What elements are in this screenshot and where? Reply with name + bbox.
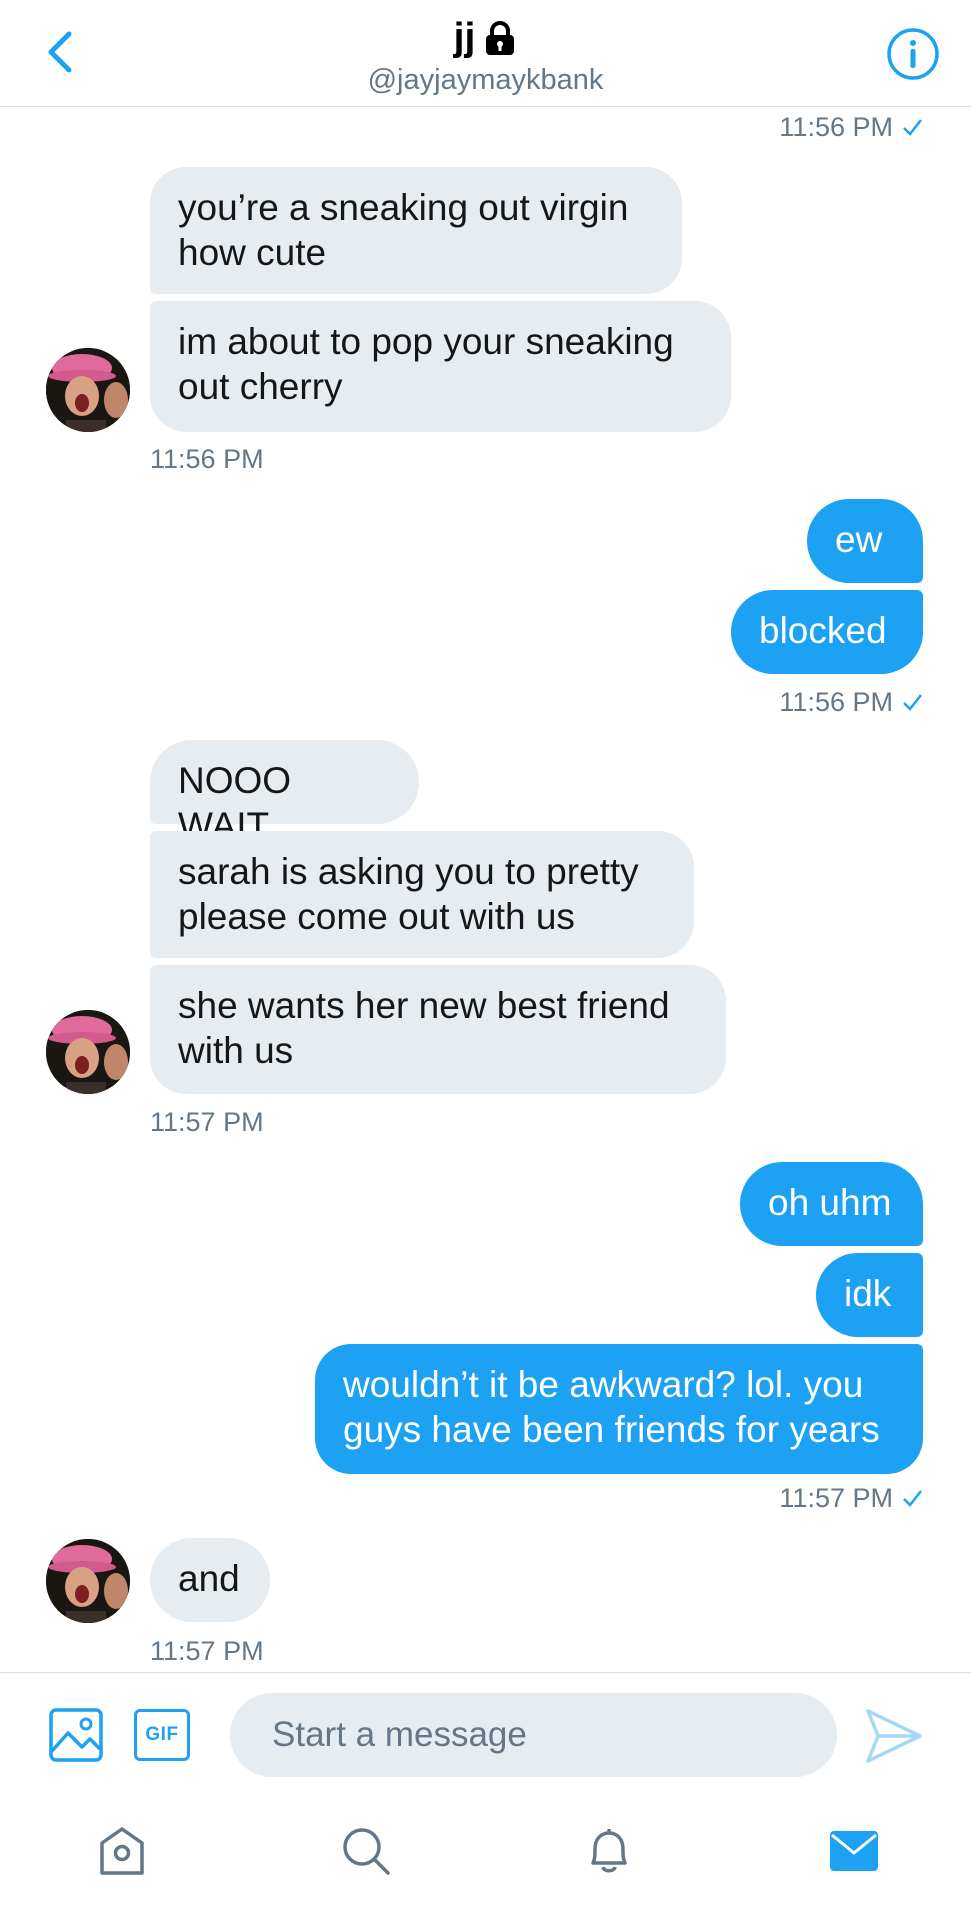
avatar[interactable]	[46, 348, 130, 432]
tab-search[interactable]	[336, 1821, 396, 1881]
message-timestamp: 11:56 PM	[779, 111, 923, 143]
message-timestamp: 11:57 PM	[150, 1636, 264, 1666]
profile-photo	[46, 348, 130, 432]
received-message[interactable]: she wants her new best friend with us	[150, 965, 726, 1094]
sent-message[interactable]: wouldn’t it be awkward? lol. you guys ha…	[315, 1344, 923, 1474]
conversation-title-block[interactable]: jj @jayjaymaykbank	[0, 14, 971, 98]
checkmark-icon	[903, 119, 922, 136]
received-message[interactable]: you’re a sneaking out virgin how cute	[150, 167, 682, 294]
received-message[interactable]: NOOO WAIT	[150, 740, 419, 846]
received-message[interactable]: sarah is asking you to pretty please com…	[150, 831, 694, 958]
search-icon	[343, 1828, 390, 1875]
conversation-header: jj @jayjaymaykbank	[0, 0, 971, 107]
conversation-title: jj	[453, 16, 476, 59]
mail-icon	[830, 1831, 878, 1871]
bell-icon	[591, 1829, 627, 1873]
checkmark-icon	[903, 694, 922, 711]
info-button[interactable]	[885, 26, 941, 82]
message-timestamp: 11:57 PM	[779, 1482, 923, 1514]
avatar[interactable]	[46, 1539, 130, 1623]
message-input[interactable]	[230, 1693, 837, 1777]
image-icon	[49, 1708, 103, 1762]
home-icon	[100, 1827, 144, 1875]
checkmark-icon	[903, 1490, 922, 1507]
message-timestamp: 11:56 PM	[779, 686, 923, 718]
lock-icon	[486, 21, 515, 55]
bottom-tab-bar	[0, 1797, 971, 1920]
gif-button[interactable]: GIF	[134, 1709, 190, 1761]
tab-home[interactable]	[92, 1821, 152, 1881]
send-icon	[866, 1709, 922, 1763]
tab-messages[interactable]	[824, 1821, 884, 1881]
info-icon	[887, 28, 939, 80]
received-message[interactable]: im about to pop your sneaking out cherry	[150, 301, 731, 432]
gif-icon: GIF	[145, 1724, 179, 1745]
sent-message[interactable]: idk	[816, 1253, 923, 1337]
profile-photo	[46, 1539, 130, 1623]
conversation-handle: @jayjaymaykbank	[367, 64, 604, 96]
tab-notifications[interactable]	[579, 1821, 639, 1881]
sent-message[interactable]: oh uhm	[740, 1162, 923, 1246]
add-photo-button[interactable]	[48, 1707, 104, 1763]
message-timestamp: 11:57 PM	[150, 1107, 264, 1137]
sent-message[interactable]: ew	[807, 499, 923, 583]
message-timestamp: 11:56 PM	[150, 444, 264, 474]
received-message[interactable]: and	[150, 1538, 270, 1622]
message-thread[interactable]: 11:56 PM you’re a sneaking out virgin ho…	[0, 107, 971, 1672]
sent-message[interactable]: blocked	[731, 590, 923, 674]
message-composer: GIF	[0, 1672, 971, 1797]
send-button[interactable]	[864, 1707, 924, 1765]
avatar[interactable]	[46, 1010, 130, 1094]
profile-photo	[46, 1010, 130, 1094]
